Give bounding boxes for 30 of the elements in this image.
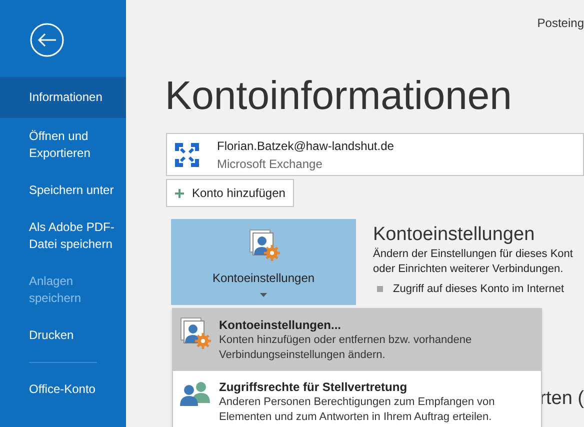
bullet-icon [377, 286, 383, 292]
add-account-button[interactable]: Konto hinzufügen [166, 179, 294, 207]
menu-item-title: Zugriffsrechte für Stellvertretung [219, 379, 408, 395]
nav-item[interactable]: Office-Konto [0, 371, 126, 408]
nav-item[interactable]: Informationen [0, 77, 126, 118]
menu-item[interactable]: Kontoeinstellungen... Konten hinzufügen oder entfernen bzw. vorhandene Verbindungseinstellungen ändern. [173, 309, 541, 371]
section-heading: Kontoeinstellungen [373, 223, 536, 247]
plus-icon [175, 188, 184, 198]
dropdown-caret-icon [260, 293, 267, 297]
nav-item[interactable]: Öffnen und Exportieren [0, 118, 126, 172]
menu-item-title: Kontoeinstellungen... [219, 317, 342, 333]
page-title: Kontoinformationen [165, 73, 513, 120]
account-settings-tile[interactable]: Kontoeinstellungen [171, 219, 356, 305]
menu-item[interactable]: Zugriffsrechte für Stellvertretung Anderen Personen Berechtigungen zum Empfangen von Elementen und zum Antworten in Ihrem Auftrag erteilen. [173, 371, 541, 427]
section-description-line: oder Einrichten weiterer Verbindungen. [373, 262, 564, 277]
bullet-text: Zugriff auf dieses Konto im Internet [393, 282, 564, 297]
account-email: Florian.Batzek@haw-landshut.de [217, 138, 394, 154]
account-settings-icon [179, 317, 211, 349]
account-card[interactable]: Florian.Batzek@haw-landshut.de Microsoft Exchange [166, 133, 584, 176]
exchange-logo-icon [173, 140, 201, 168]
account-settings-icon [248, 229, 280, 261]
header-label: Posteing [537, 15, 584, 32]
section-description-line: Ändern der Einstellungen für dieses Kont [373, 247, 573, 262]
account-type: Microsoft Exchange [217, 156, 324, 172]
nav-item[interactable]: Als Adobe PDF-Datei speichern [0, 209, 126, 263]
menu-item-description: Anderen Personen Berechtigungen zum Empfangen von Elementen und zum Antworten in Ihrem Auftrag erteilen. [219, 395, 496, 425]
people-icon [179, 379, 211, 407]
nav-item[interactable]: Speichern unter [0, 172, 126, 209]
menu-item-description: Konten hinzufügen oder entfernen bzw. vorhandene Verbindungseinstellungen ändern. [219, 333, 473, 363]
nav-item[interactable]: Drucken [0, 317, 126, 354]
